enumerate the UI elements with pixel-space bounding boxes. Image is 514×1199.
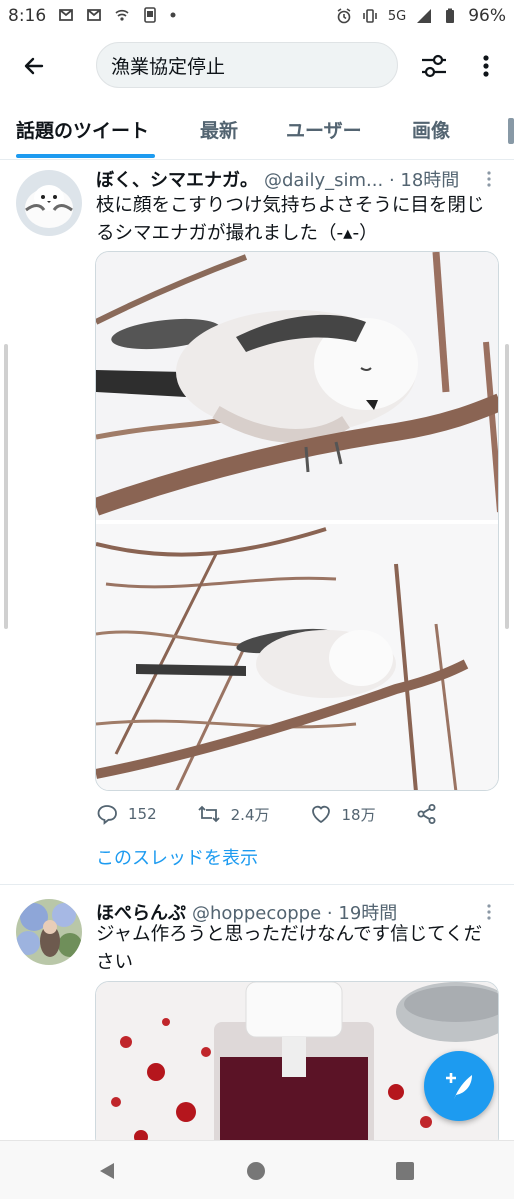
heart-icon	[311, 805, 330, 824]
avatar[interactable]	[16, 899, 82, 965]
more-vertical-icon	[483, 55, 489, 77]
battery-icon	[446, 8, 455, 23]
status-bar: 8:16 5G 96%	[0, 0, 514, 32]
reply-icon	[97, 805, 117, 825]
battery-percent: 96%	[468, 6, 506, 26]
scroll-indicator-right	[505, 344, 509, 629]
status-right-icons: 5G 96%	[336, 6, 506, 26]
system-navigation-bar	[0, 1140, 514, 1199]
tweet-text: ジャム作ろうと思っただけなんです信じてください	[96, 924, 483, 973]
tweet-media[interactable]	[95, 251, 499, 791]
long-tailed-tit-avatar	[16, 170, 82, 236]
bird-photo-2[interactable]	[96, 524, 499, 791]
tweet-actions: 152 2.4万 18万	[96, 803, 478, 825]
arrow-left-icon	[24, 57, 44, 75]
overflow-menu-button[interactable]	[474, 50, 498, 82]
hydrangea-avatar	[16, 899, 82, 965]
reply-button[interactable]: 152	[96, 803, 157, 825]
search-tabs: 話題のツイート 最新 ユーザー 画像	[0, 104, 514, 160]
status-left-icons	[58, 7, 176, 23]
sliders-icon	[422, 54, 446, 78]
dot-icon	[170, 12, 176, 18]
nav-recents-button[interactable]	[391, 1157, 419, 1185]
show-thread-link[interactable]: このスレッドを表示	[96, 844, 258, 870]
display-name[interactable]: ぼく、シマエナガ。	[96, 170, 258, 191]
search-input[interactable]: 漁業協定停止	[96, 42, 398, 88]
search-filter-button[interactable]	[418, 50, 450, 82]
bird-photo-1[interactable]	[96, 252, 499, 520]
tweet-menu-icon[interactable]	[484, 170, 494, 188]
user-handle[interactable]: @daily_sim...	[264, 170, 383, 191]
tweet-text: 枝に顔をこすりつけ気持ちよさそうに目を閉じるシマエナガが撮れました（-▴-）	[96, 195, 485, 244]
retweet-icon	[198, 805, 220, 823]
retweet-count: 2.4万	[230, 805, 270, 824]
share-icon	[417, 804, 436, 824]
scroll-indicator-left	[4, 344, 8, 629]
active-tab-indicator	[16, 154, 155, 158]
feather-plus-icon	[446, 1073, 472, 1099]
alarm-icon	[337, 8, 351, 24]
reply-count: 152	[128, 805, 157, 823]
tab-photos[interactable]: 画像	[412, 116, 450, 143]
triangle-back-icon	[100, 1163, 114, 1179]
tweet[interactable]: ぼく、シマエナガ。 @daily_sim... · 18時間 枝に顔をこすりつけ気…	[0, 160, 514, 882]
tweet-header: ぼく、シマエナガ。 @daily_sim... · 18時間	[96, 166, 459, 192]
wifi-calling-icon	[115, 9, 129, 21]
mail-icon	[87, 9, 101, 21]
mail-icon	[59, 9, 73, 21]
network-type: 5G	[387, 8, 407, 24]
tweet-time: · 18時間	[388, 170, 460, 191]
search-query: 漁業協定停止	[111, 55, 226, 78]
vibrate-icon	[363, 9, 377, 23]
compose-tweet-button[interactable]	[424, 1051, 494, 1121]
signal-icon	[417, 9, 432, 23]
tab-people[interactable]: ユーザー	[286, 116, 362, 143]
status-time: 8:16	[8, 6, 47, 26]
tab-latest[interactable]: 最新	[200, 116, 238, 143]
nav-home-button[interactable]	[242, 1157, 270, 1185]
tab-top-tweets[interactable]: 話題のツイート	[16, 116, 149, 143]
retweet-button[interactable]: 2.4万	[197, 803, 270, 825]
nav-back-button[interactable]	[93, 1157, 121, 1185]
avatar[interactable]	[16, 170, 82, 236]
back-button[interactable]	[18, 50, 50, 82]
tweet-menu-icon[interactable]	[484, 903, 494, 921]
screenshot-icon	[144, 7, 156, 23]
share-button[interactable]	[416, 803, 438, 825]
search-header: 漁業協定停止	[0, 40, 514, 90]
like-button[interactable]: 18万	[310, 803, 376, 825]
tab-more-edge[interactable]	[508, 118, 514, 144]
like-count: 18万	[341, 805, 376, 824]
square-recents-icon	[396, 1162, 414, 1180]
circle-home-icon	[247, 1162, 265, 1180]
